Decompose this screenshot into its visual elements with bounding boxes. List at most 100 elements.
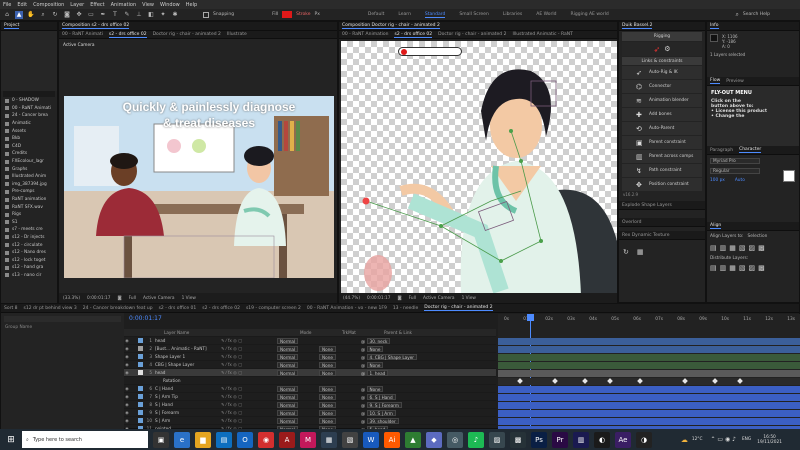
switches[interactable]: ✎ ⁄ fx ◎ ▢ <box>221 386 277 391</box>
app-icon-g[interactable]: ▨ <box>489 431 505 448</box>
layer-track-bar[interactable] <box>498 354 800 361</box>
keyframe[interactable] <box>517 378 523 384</box>
right-view[interactable]: 1 View <box>462 296 476 301</box>
workspace-3[interactable]: Small Screen <box>459 12 488 17</box>
mode-select[interactable]: Normal <box>277 385 319 392</box>
menu-help[interactable]: Help <box>186 2 197 8</box>
layer-track-bar[interactable] <box>498 338 800 345</box>
comp-subtab[interactable]: Illustrated Animatic - RaNT <box>512 32 572 37</box>
hand-tool-icon[interactable]: ✋ <box>27 11 35 19</box>
left-time[interactable]: 0:00:01:17 <box>87 296 110 301</box>
timeline-tab[interactable]: 00 - RaNT Animation - vo - new 1F9 <box>307 306 387 311</box>
layer-track-bar[interactable] <box>498 402 800 409</box>
acrobat-icon[interactable]: A <box>279 431 295 448</box>
app-icon-b[interactable]: ▦ <box>321 431 337 448</box>
app-icon-j[interactable]: ◐ <box>594 431 610 448</box>
layer-track-bar[interactable] <box>498 410 800 417</box>
layer-track-bar[interactable] <box>498 346 800 353</box>
weather-temp[interactable]: 12°C <box>692 437 703 442</box>
label-color[interactable] <box>138 402 143 407</box>
layer-track-bar[interactable] <box>498 362 800 369</box>
parent-select[interactable]: @ 6. S | Hand <box>361 393 421 400</box>
table-row[interactable]: ◉ 3 Shape Layer 1 ✎ ⁄ fx ◎ ▢ Normal None @ 4. … <box>124 353 496 361</box>
workspace-6[interactable]: Rigging AE world <box>571 12 609 17</box>
folder-icon[interactable]: ▆ <box>195 431 211 448</box>
layer-name[interactable]: CBG | Shape Layer <box>155 362 221 367</box>
table-row[interactable]: ◉ 10 S | Arm ✎ ⁄ fx ◎ ▢ Normal None @ 39. shou… <box>124 417 496 425</box>
timeline-tab[interactable]: s19 - computer screen 2 <box>246 306 301 311</box>
pen-tool-icon[interactable]: ✒ <box>99 11 107 19</box>
roto-tool-icon[interactable]: ✦ <box>159 11 167 19</box>
switches[interactable]: ✎ ⁄ fx ◎ ▢ <box>221 410 277 415</box>
table-row[interactable]: ◉ 8 S | Hand ✎ ⁄ fx ◎ ▢ Normal None @ 9. S | F… <box>124 401 496 409</box>
trkmat-select[interactable]: None <box>319 417 361 424</box>
table-row[interactable]: ◉ 5 head ✎ ⁄ fx ◎ ▢ Normal None @ 1. head <box>124 369 496 377</box>
switches[interactable]: ✎ ⁄ fx ◎ ▢ <box>221 362 277 367</box>
rex-texture-tab[interactable]: Rex Dynamic Texture <box>622 233 669 238</box>
trkmat-select[interactable]: None <box>319 369 361 376</box>
align-icons[interactable]: ▤▥▦▧▨▩ <box>710 244 768 252</box>
app-icon-e[interactable]: ◆ <box>426 431 442 448</box>
outlook-icon[interactable]: O <box>237 431 253 448</box>
slider-control[interactable] <box>398 47 462 56</box>
selection-tool-icon[interactable]: ▲ <box>15 10 23 19</box>
duik-tab[interactable]: Duik Bassel.2 <box>622 23 653 29</box>
rigging-header[interactable]: Rigging <box>622 32 702 41</box>
layer-name[interactable]: head <box>155 338 221 343</box>
playhead-handle[interactable] <box>527 314 534 321</box>
app-icon-f[interactable]: ◎ <box>447 431 463 448</box>
project-item[interactable]: Rigs <box>1 211 57 219</box>
parent-select[interactable]: @ 10. S | Arm <box>361 409 421 416</box>
duik-button[interactable]: ▣ Parent constraint <box>622 136 702 149</box>
project-item[interactable]: C4D <box>1 143 57 151</box>
duik-button[interactable]: ≋ Animation blender <box>622 94 702 107</box>
app-icon-i[interactable]: ▥ <box>573 431 589 448</box>
comp-subtab[interactable]: s2 - drs office 02 <box>108 32 147 38</box>
left-zoom[interactable]: (33.3%) <box>63 296 80 301</box>
label-color[interactable] <box>138 370 143 375</box>
keyframe[interactable] <box>737 378 743 384</box>
timeline-tab[interactable]: 13 - needle <box>393 306 418 311</box>
windows-start-icon[interactable]: ⊞ <box>0 435 22 445</box>
tab-character[interactable]: Character <box>739 147 762 153</box>
switches[interactable]: ✎ ⁄ fx ◎ ▢ <box>221 354 277 359</box>
keyframe[interactable] <box>607 378 613 384</box>
rotate-tool-icon[interactable]: ↻ <box>51 11 59 19</box>
eye-icon[interactable]: ◉ <box>124 386 130 391</box>
comp-subtab[interactable]: Illustrate <box>227 32 247 37</box>
font-style-select[interactable]: Regular <box>710 168 760 174</box>
eye-icon[interactable]: ◉ <box>124 338 130 343</box>
layer-name[interactable]: Rotation <box>155 378 221 383</box>
timeline-tab[interactable]: Doctor rig - chair - animated 2 <box>424 305 493 311</box>
stroke-width[interactable]: Px <box>315 12 320 17</box>
switches[interactable]: ✎ ⁄ fx ◎ ▢ <box>221 370 277 375</box>
eye-icon[interactable]: ◉ <box>124 354 130 359</box>
right-viewer-canvas[interactable] <box>341 41 617 295</box>
timeline-tab[interactable]: s12 dr pt behind view 3 <box>24 306 77 311</box>
project-item[interactable]: 24 - Cancer brea <box>1 112 57 120</box>
right-comp-tab[interactable]: Composition Doctor rig - chair - animate… <box>342 23 440 29</box>
duik-button[interactable]: ➶ Auto-Rig & IK <box>622 66 702 79</box>
menu-layer[interactable]: Layer <box>70 2 84 8</box>
stamp-tool-icon[interactable]: ⊥ <box>135 11 143 19</box>
project-item[interactable]: FXEcolour_lagr <box>1 158 57 166</box>
layer-name[interactable]: S | Arm <box>155 418 221 423</box>
weather-icon[interactable]: ☁ <box>681 436 688 444</box>
comp-subtab[interactable]: 00 - RaNT Animati <box>62 32 103 37</box>
label-color[interactable] <box>138 362 143 367</box>
store-icon[interactable]: ▤ <box>216 431 232 448</box>
left-viewer-canvas[interactable]: Quickly & painlessly diagnose & treat di… <box>64 96 334 278</box>
timeline-tab[interactable]: Sort 8 <box>4 306 18 311</box>
left-res[interactable]: Full <box>129 296 136 301</box>
duik-button[interactable]: ⟲ Auto-Parent <box>622 122 702 135</box>
photoshop-icon[interactable]: Ps <box>531 431 547 448</box>
label-color[interactable] <box>138 386 143 391</box>
eye-icon[interactable]: ◉ <box>124 394 130 399</box>
text-color-swatch[interactable] <box>783 170 795 182</box>
project-item[interactable]: s12 - Nano dres <box>1 249 57 257</box>
project-item[interactable]: s12 - hand gra <box>1 264 57 272</box>
spotify-icon[interactable]: ♪ <box>468 431 484 448</box>
word-icon[interactable]: W <box>363 431 379 448</box>
eye-icon[interactable]: ◉ <box>124 402 130 407</box>
right-camera[interactable]: Active Camera <box>423 296 455 301</box>
